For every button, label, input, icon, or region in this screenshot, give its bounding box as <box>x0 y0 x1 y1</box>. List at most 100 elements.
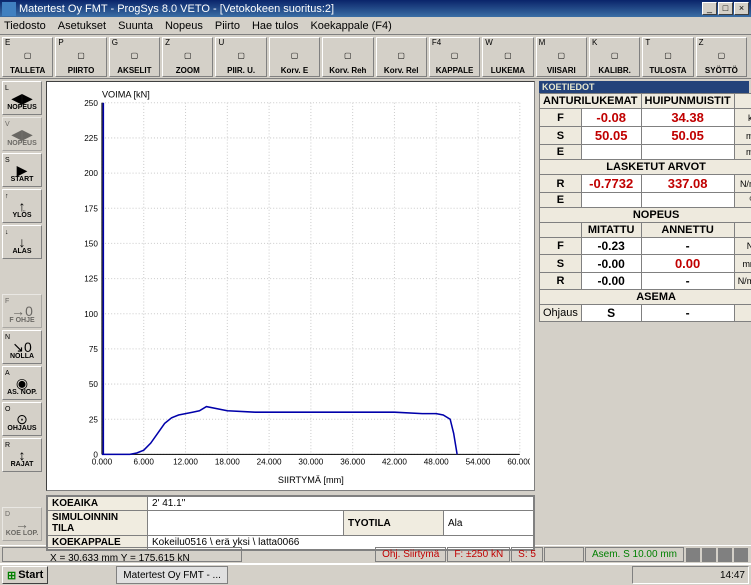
quick-launch-icon[interactable] <box>49 568 63 582</box>
nr-set: - <box>641 273 734 290</box>
tray-icon[interactable] <box>637 568 651 582</box>
e-reading <box>581 145 641 160</box>
sidebar-f ohje[interactable]: F→0F OHJE <box>2 294 42 328</box>
toolbar-tulosta[interactable]: T▢TULOSTA <box>642 37 693 77</box>
status-icon[interactable] <box>734 548 748 562</box>
svg-text:30.000: 30.000 <box>298 458 323 467</box>
ep-calc <box>581 193 641 208</box>
menu-item[interactable]: Nopeus <box>165 20 203 32</box>
tray-icon[interactable] <box>701 568 715 582</box>
start-button[interactable]: ⊞Start <box>2 566 48 584</box>
svg-text:60.000: 60.000 <box>507 458 530 467</box>
minimize-button[interactable]: _ <box>702 2 717 15</box>
sidebar-koe lop.[interactable]: D→KOE LOP. <box>2 507 42 541</box>
r-calc: -0.7732 <box>581 175 641 193</box>
svg-text:18.000: 18.000 <box>215 458 240 467</box>
svg-text:VOIMA [kN]: VOIMA [kN] <box>102 90 150 100</box>
svg-text:200: 200 <box>84 169 98 178</box>
titlebar: Matertest Oy FMT - ProgSys 8.0 VETO - [V… <box>0 0 751 17</box>
svg-text:100: 100 <box>84 310 98 319</box>
menu-item[interactable]: Koekappale (F4) <box>310 20 391 32</box>
panel-title: KOETIEDOT <box>539 81 749 93</box>
tray-icon[interactable] <box>669 568 683 582</box>
s-reading: 50.05 <box>581 127 641 145</box>
menu-item[interactable]: Suunta <box>118 20 153 32</box>
toolbar-korv. reh[interactable]: ▢Korv. Reh <box>322 37 373 77</box>
simul-value <box>148 511 344 536</box>
sidebar-ylös[interactable]: ↑↑YLÖS <box>2 189 42 223</box>
quick-launch-icon[interactable] <box>65 568 79 582</box>
maximize-button[interactable]: □ <box>718 2 733 15</box>
toolbar-korv. rel[interactable]: ▢Korv. Rel <box>376 37 427 77</box>
svg-text:24.000: 24.000 <box>257 458 282 467</box>
menu-item[interactable]: Asetukset <box>58 20 106 32</box>
toolbar-lukema[interactable]: W▢LUKEMA <box>482 37 533 77</box>
lasketut-header: LASKETUT ARVOT <box>540 160 751 175</box>
asema-header: ASEMA <box>540 290 751 305</box>
toolbar-piirto[interactable]: P▢PIIRTO <box>55 37 106 77</box>
ohjaus-label: Ohjaus <box>540 305 582 322</box>
system-tray: 14:47 <box>632 566 749 584</box>
nopeus-header: NOPEUS <box>540 208 751 223</box>
quick-launch-icon[interactable] <box>81 568 95 582</box>
chart-area[interactable]: 0.0006.00012.00018.00024.00030.00036.000… <box>46 81 535 491</box>
toolbar-kappale[interactable]: F4▢KAPPALE <box>429 37 480 77</box>
sidebar-as. nop.[interactable]: A◉AS. NOP. <box>2 366 42 400</box>
toolbar-talleta[interactable]: E▢TALLETA <box>2 37 53 77</box>
status-asem: Asem. S 10.00 mm <box>585 547 684 562</box>
nf-meas: -0.23 <box>581 238 641 255</box>
f-reading: -0.08 <box>581 109 641 127</box>
ohjaus-value: S <box>581 305 641 322</box>
tyotila-value: Ala <box>444 511 534 536</box>
svg-text:36.000: 36.000 <box>340 458 365 467</box>
info-table: KOEAIKA 2' 41.1" SIMULOINNIN TILA TYOTIL… <box>46 495 535 551</box>
toolbar-viisari[interactable]: M▢VIISARI <box>536 37 587 77</box>
svg-text:54.000: 54.000 <box>466 458 491 467</box>
status-icon[interactable] <box>702 548 716 562</box>
ns-meas: -0.00 <box>581 255 641 273</box>
svg-text:25: 25 <box>89 415 99 424</box>
koeaika-label: KOEAIKA <box>48 497 148 511</box>
svg-text:12.000: 12.000 <box>173 458 198 467</box>
hdr-anturi: ANTURILUKEMAT <box>540 94 642 109</box>
toolbar-syöttö[interactable]: Z▢SYÖTTÖ <box>696 37 747 77</box>
toolbar-akselit[interactable]: G▢AKSELIT <box>109 37 160 77</box>
sidebar-ohjaus[interactable]: O⊙OHJAUS <box>2 402 42 436</box>
svg-text:0: 0 <box>93 450 98 459</box>
menu-item[interactable]: Tiedosto <box>4 20 46 32</box>
clock[interactable]: 14:47 <box>720 570 745 581</box>
close-button[interactable]: × <box>734 2 749 15</box>
status-icon[interactable] <box>718 548 732 562</box>
taskbar-app[interactable]: Matertest Oy FMT - ... <box>116 566 228 584</box>
toolbar-zoom[interactable]: Z▢ZOOM <box>162 37 213 77</box>
svg-text:42.000: 42.000 <box>382 458 407 467</box>
sidebar-start[interactable]: S▶START <box>2 153 42 187</box>
sidebar-rajat[interactable]: R↕RAJAT <box>2 438 42 472</box>
mitattu-header: MITATTU <box>581 223 641 238</box>
window-title: Matertest Oy FMT - ProgSys 8.0 VETO - [V… <box>19 3 334 15</box>
left-sidebar: L◀▶NOPEUSV◀▶NOPEUSS▶START↑↑YLÖS↓↓ALAS F→… <box>0 79 44 545</box>
annettu-header: ANNETTU <box>641 223 734 238</box>
status-icon[interactable] <box>686 548 700 562</box>
tray-icon[interactable] <box>653 568 667 582</box>
quick-launch-icon[interactable] <box>97 568 111 582</box>
statusbar: Ohj. Siirtymä F: ±250 kN S: 5 Asem. S 10… <box>0 545 751 563</box>
toolbar-kalibr.[interactable]: K▢KALIBR. <box>589 37 640 77</box>
menu-item[interactable]: Piirto <box>215 20 240 32</box>
readings-table: ANTURILUKEMATHUIPUNMUISTIT F-0.0834.38kN… <box>539 93 751 322</box>
svg-text:48.000: 48.000 <box>424 458 449 467</box>
status-force: F: ±250 kN <box>447 547 510 562</box>
toolbar-piir. u.[interactable]: U▢PIIR. U. <box>215 37 266 77</box>
sidebar-nolla[interactable]: N↘0NOLLA <box>2 330 42 364</box>
sidebar-nopeus[interactable]: L◀▶NOPEUS <box>2 81 42 115</box>
svg-text:75: 75 <box>89 345 99 354</box>
toolbar-korv. e[interactable]: ▢Korv. E <box>269 37 320 77</box>
sidebar-alas[interactable]: ↓↓ALAS <box>2 225 42 259</box>
menu-item[interactable]: Hae tulos <box>252 20 298 32</box>
tray-icon[interactable] <box>685 568 699 582</box>
svg-text:250: 250 <box>84 99 98 108</box>
svg-text:175: 175 <box>84 204 98 213</box>
nf-set: - <box>641 238 734 255</box>
e-peak <box>641 145 734 160</box>
sidebar-nopeus[interactable]: V◀▶NOPEUS <box>2 117 42 151</box>
